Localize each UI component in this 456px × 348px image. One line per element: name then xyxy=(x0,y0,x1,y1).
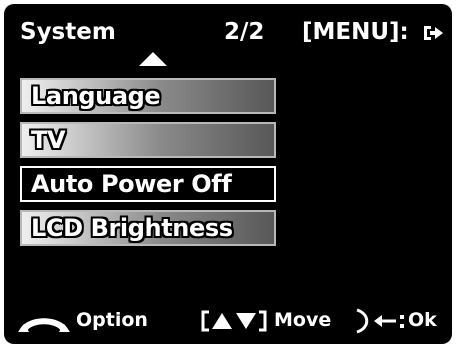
menu-title: System xyxy=(20,19,116,45)
menu-item-label: TV xyxy=(31,126,66,154)
scroll-up-icon[interactable] xyxy=(138,51,168,67)
exit-arrow-icon xyxy=(424,26,443,40)
menu-item-label: LCD Brightness xyxy=(31,214,233,242)
menu-item-label: Language xyxy=(31,82,161,110)
ok-label: Ok xyxy=(408,309,437,331)
page-indicator: 2/2 xyxy=(224,19,265,45)
menu-item-language[interactable]: Language xyxy=(20,78,276,114)
menu-item-tv[interactable]: TV xyxy=(20,122,276,158)
move-label: Move xyxy=(274,309,332,331)
rocker-option-icon xyxy=(18,318,70,332)
option-label: Option xyxy=(76,309,148,331)
menu-item-lcd-brightness[interactable]: LCD Brightness xyxy=(20,210,276,246)
menu-exit-hint: [MENU]: xyxy=(302,19,409,45)
camera-menu-screen: System 2/2 [MENU]: Language TV Auto Powe… xyxy=(4,4,452,344)
menu-item-auto-power-off[interactable]: Auto Power Off xyxy=(20,166,276,202)
menu-item-label: Auto Power Off xyxy=(31,170,232,198)
up-down-nav-icon xyxy=(201,310,267,332)
dial-enter-icon xyxy=(356,308,404,334)
